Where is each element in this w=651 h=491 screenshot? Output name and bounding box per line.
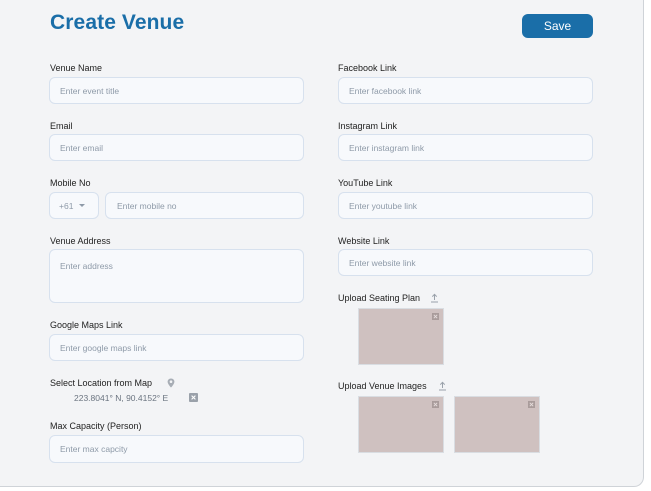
upload-icon[interactable] — [430, 293, 439, 303]
capacity-label: Max Capacity (Person) — [50, 421, 142, 431]
youtube-label: YouTube Link — [338, 178, 393, 188]
venue-name-input[interactable]: Enter event title — [49, 77, 304, 104]
facebook-input[interactable]: Enter facebook link — [338, 77, 593, 104]
venue-image-thumbnail — [454, 396, 540, 453]
email-input[interactable]: Enter email — [49, 134, 304, 161]
chevron-down-icon — [79, 204, 86, 207]
save-button[interactable]: Save — [522, 14, 593, 38]
address-textarea[interactable]: Enter address — [49, 249, 304, 303]
instagram-input[interactable]: Enter instagram link — [338, 134, 593, 161]
country-code-select[interactable]: +61 — [49, 192, 99, 219]
instagram-label: Instagram Link — [338, 121, 398, 131]
venue-name-label: Venue Name — [50, 63, 103, 73]
mobile-input[interactable]: Enter mobile no — [105, 192, 304, 219]
mobile-label: Mobile No — [50, 178, 91, 188]
location-coordinates: 223.8041° N, 90.4152° E — [74, 393, 169, 403]
youtube-input[interactable]: Enter youtube link — [338, 192, 593, 219]
location-pin-icon[interactable] — [167, 378, 175, 388]
create-venue-panel: Create Venue Save Venue Name Enter event… — [0, 0, 644, 487]
address-label: Venue Address — [50, 236, 111, 246]
venue-image-thumbnail — [358, 396, 444, 453]
seating-plan-label: Upload Seating Plan — [338, 293, 421, 303]
location-label: Select Location from Map — [50, 378, 153, 388]
venue-images-label: Upload Venue Images — [338, 381, 427, 391]
maps-link-label: Google Maps Link — [50, 320, 123, 330]
page-title: Create Venue — [50, 11, 185, 34]
close-icon[interactable] — [528, 401, 535, 408]
email-label: Email — [50, 121, 73, 131]
website-label: Website Link — [338, 236, 390, 246]
close-icon[interactable] — [432, 313, 439, 320]
upload-icon[interactable] — [438, 381, 447, 391]
close-icon[interactable] — [189, 393, 198, 402]
close-icon[interactable] — [432, 401, 439, 408]
maps-link-input[interactable]: Enter google maps link — [49, 334, 304, 361]
seating-plan-thumbnail — [358, 308, 444, 365]
country-code-value: +61 — [59, 200, 74, 211]
facebook-label: Facebook Link — [338, 63, 397, 73]
website-input[interactable]: Enter website link — [338, 249, 593, 276]
capacity-input[interactable]: Enter max capcity — [49, 435, 304, 463]
